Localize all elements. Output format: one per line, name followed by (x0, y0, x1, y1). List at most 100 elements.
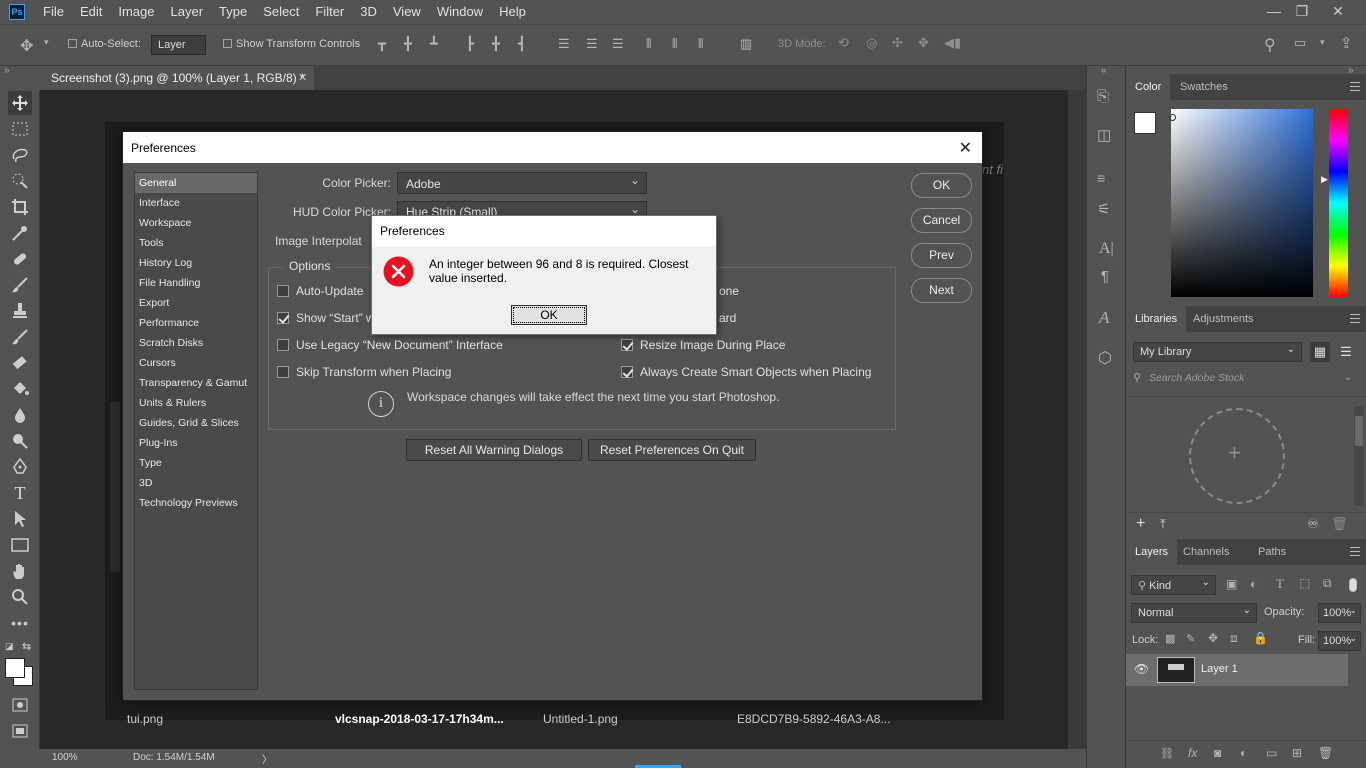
dodge-tool-icon[interactable] (8, 429, 32, 453)
menu-help[interactable]: Help (491, 0, 534, 24)
opacity-field[interactable]: 100% ⌄ (1318, 603, 1361, 623)
zoom-level[interactable]: 100% (52, 752, 78, 763)
filter-pixel-icon[interactable]: ▣ (1226, 577, 1237, 591)
character-panel-icon[interactable]: A| (1099, 240, 1114, 258)
auto-select-checkbox[interactable]: Auto-Select: (68, 38, 141, 50)
filter-toggle-switch[interactable] (1349, 578, 1357, 592)
grid-view-icon[interactable]: ▦ (1310, 342, 1330, 362)
chevron-down-icon[interactable]: ⌄ (1344, 372, 1352, 383)
category-performance[interactable]: Performance (135, 313, 257, 333)
filter-adjustment-icon[interactable]: ◐ (1250, 577, 1257, 591)
collapse-icon[interactable]: « (1101, 65, 1107, 76)
category-scratch-disks[interactable]: Scratch Disks (135, 333, 257, 353)
show-start-checkbox[interactable]: Show “Start” w (277, 311, 375, 325)
eraser-tool-icon[interactable] (8, 351, 32, 375)
menu-window[interactable]: Window (429, 0, 491, 24)
align-vcenter-icon[interactable]: ╋ (404, 36, 412, 52)
auto-update-checkbox[interactable]: Auto-Update (277, 284, 363, 298)
hand-tool-icon[interactable] (8, 559, 32, 583)
lock-image-pixels-icon[interactable]: ✎ (1186, 632, 1195, 645)
new-layer-icon[interactable]: ⊞ (1292, 746, 1302, 760)
panel-menu-icon[interactable] (1350, 314, 1360, 323)
creative-cloud-icon[interactable]: ♾ (1307, 516, 1319, 532)
reset-warning-dialogs-button[interactable]: Reset All Warning Dialogs (406, 439, 582, 461)
auto-select-dropdown[interactable]: Layer (151, 35, 206, 55)
tab-layers[interactable]: Layers (1126, 539, 1178, 565)
path-selection-tool-icon[interactable] (8, 507, 32, 531)
quick-mask-icon[interactable] (8, 693, 32, 717)
menu-filter[interactable]: Filter (307, 0, 352, 24)
screen-mode-icon[interactable] (8, 719, 32, 743)
panel-menu-icon[interactable] (1350, 547, 1360, 556)
close-icon[interactable]: ✕ (959, 138, 972, 158)
menu-view[interactable]: View (385, 0, 429, 24)
fx-icon[interactable]: fx (1188, 746, 1197, 760)
restore-button[interactable]: ❐ (1284, 0, 1320, 22)
paragraph-panel-icon[interactable]: ¶ (1101, 268, 1109, 285)
workspace-icon[interactable]: ▭ (1294, 35, 1306, 51)
category-technology-previews[interactable]: Technology Previews (135, 493, 257, 513)
blur-tool-icon[interactable] (8, 403, 32, 427)
chevron-down-icon[interactable]: ▾ (44, 37, 49, 48)
hud-color-picker-select[interactable]: Hue Strip (Small) (397, 201, 647, 216)
align-right-icon[interactable]: ┫ (518, 36, 526, 52)
distribute-vcenter-icon[interactable]: ☰ (586, 36, 598, 52)
3d-panel-icon[interactable]: ◫ (1097, 126, 1111, 144)
category-3d[interactable]: 3D (135, 473, 257, 493)
category-interface[interactable]: Interface (135, 193, 257, 213)
menu-file[interactable]: File (35, 0, 72, 24)
upload-icon[interactable]: ⤒ (1160, 516, 1166, 532)
filter-type-icon[interactable]: T (1276, 576, 1284, 592)
lock-artboard-icon[interactable]: ⧈ (1230, 631, 1238, 646)
lasso-tool-icon[interactable] (8, 143, 32, 167)
foreground-color-swatch[interactable] (5, 658, 25, 678)
reset-preferences-on-quit-button[interactable]: Reset Preferences On Quit (588, 439, 756, 461)
lock-all-icon[interactable]: 🔒 (1253, 631, 1268, 645)
menu-select[interactable]: Select (255, 0, 307, 24)
swap-colors-icon[interactable]: ⇆ (22, 640, 31, 653)
distribute-hcenter-icon[interactable]: ⫴ (672, 36, 677, 52)
align-hcenter-icon[interactable]: ╋ (492, 36, 500, 52)
layer-row[interactable]: 👁 Layer 1 (1126, 654, 1348, 686)
glyphs-panel-icon[interactable]: A (1099, 308, 1109, 328)
category-plug-ins[interactable]: Plug-Ins (135, 433, 257, 453)
list-view-icon[interactable]: ☰ (1336, 342, 1356, 362)
category-type[interactable]: Type (135, 453, 257, 473)
foreground-swatch[interactable] (1134, 112, 1156, 134)
delete-layer-icon[interactable]: 🗑 (1318, 746, 1333, 760)
filter-smart-object-icon[interactable]: ⧉ (1323, 576, 1332, 591)
distribute-bottom-icon[interactable]: ☰ (612, 36, 624, 52)
adjustment-layer-icon[interactable]: ◐ (1240, 746, 1247, 760)
document-tab[interactable]: Screenshot (3).png @ 100% (Layer 1, RGB/… (40, 66, 314, 90)
fill-field[interactable]: 100% ⌄ (1318, 631, 1361, 651)
color-field[interactable] (1171, 109, 1313, 297)
brush-tool-icon[interactable] (8, 273, 32, 297)
3d-scale-icon[interactable]: ◀▮ (944, 35, 961, 51)
distribute-top-icon[interactable]: ☰ (558, 36, 570, 52)
canvas-scrollbar[interactable] (1068, 90, 1086, 749)
auto-align-icon[interactable]: ▥ (740, 36, 752, 52)
menu-layer[interactable]: Layer (163, 0, 212, 24)
color-picker-select[interactable]: Adobe (397, 172, 647, 194)
always-smart-objects-checkbox[interactable]: Always Create Smart Objects when Placing (621, 365, 871, 379)
lock-position-icon[interactable]: ✥ (1208, 631, 1218, 645)
lock-transparent-pixels-icon[interactable]: ▩ (1165, 632, 1175, 645)
category-tools[interactable]: Tools (135, 233, 257, 253)
menu-image[interactable]: Image (110, 0, 162, 24)
prev-button[interactable]: Prev (911, 243, 972, 268)
close-window-button[interactable]: ✕ (1320, 0, 1356, 22)
menu-3d[interactable]: 3D (352, 0, 385, 24)
tab-channels[interactable]: Channels (1174, 539, 1238, 565)
eyedropper-tool-icon[interactable] (8, 221, 32, 245)
category-guides-grid-slices[interactable]: Guides, Grid & Slices (135, 413, 257, 433)
category-cursors[interactable]: Cursors (135, 353, 257, 373)
eye-icon[interactable]: 👁 (1134, 662, 1149, 676)
category-history-log[interactable]: History Log (135, 253, 257, 273)
next-button[interactable]: Next (911, 278, 972, 303)
category-export[interactable]: Export (135, 293, 257, 313)
move-tool-icon[interactable]: ✥ (20, 36, 33, 56)
status-menu-arrow-icon[interactable]: 〉 (262, 751, 272, 766)
category-units-rulers[interactable]: Units & Rulers (135, 393, 257, 413)
stock-search-input[interactable]: Search Adobe Stock (1149, 372, 1349, 384)
share-icon[interactable]: ⇪ (1340, 34, 1353, 52)
